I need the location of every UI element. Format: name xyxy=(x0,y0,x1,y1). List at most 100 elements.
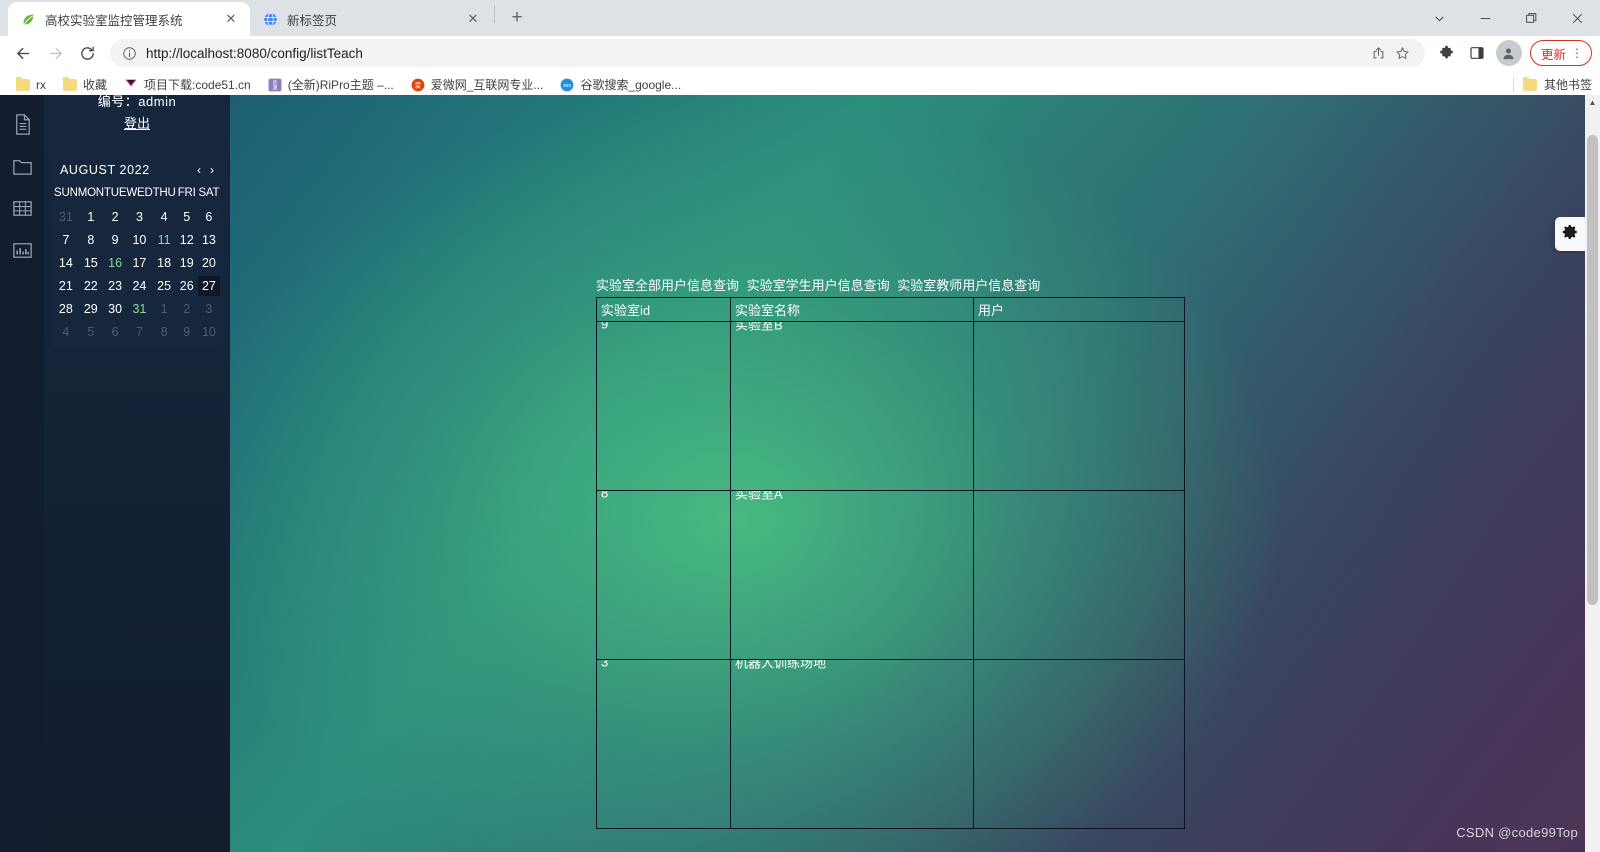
bar-chart-icon[interactable] xyxy=(0,229,44,271)
other-bookmarks-button[interactable]: 其他书签 xyxy=(1512,76,1592,93)
scrollbar-thumb[interactable] xyxy=(1587,135,1598,605)
calendar-day[interactable]: 22 xyxy=(78,276,104,296)
calendar-day[interactable]: 13 xyxy=(198,230,220,250)
reload-icon[interactable] xyxy=(72,38,102,68)
lab-id-value: 8 xyxy=(601,490,609,501)
calendar-day[interactable]: 18 xyxy=(153,253,176,273)
minimize-icon[interactable] xyxy=(1462,0,1508,36)
other-bookmarks-label: 其他书签 xyxy=(1543,78,1592,92)
calendar-day[interactable]: 12 xyxy=(176,230,198,250)
info-circle-icon[interactable] xyxy=(120,44,138,62)
calendar-day[interactable]: 30 xyxy=(104,299,126,319)
address-bar[interactable]: http://localhost:8080/config/listTeach xyxy=(110,39,1425,67)
calendar-day[interactable]: 16 xyxy=(104,253,126,273)
lab-name-value: 机器人训练场地 xyxy=(735,659,827,671)
star-icon[interactable] xyxy=(1393,43,1413,63)
browser-tab-newtab[interactable]: 新标签页 ✕ xyxy=(250,2,492,36)
bookmark-item[interactable]: 项目下载:code51.cn xyxy=(116,73,258,96)
calendar-day[interactable]: 9 xyxy=(104,230,126,250)
vertical-scrollbar[interactable]: ▲ xyxy=(1585,95,1600,852)
table-head: 实验室id 实验室名称 用户 xyxy=(596,297,1185,322)
calendar-day[interactable]: 10 xyxy=(198,322,220,342)
calendar-day[interactable]: 1 xyxy=(78,207,104,227)
close-icon[interactable]: ✕ xyxy=(464,10,482,28)
avatar[interactable] xyxy=(1495,40,1522,66)
calendar-day[interactable]: 19 xyxy=(176,253,198,273)
calendar-day[interactable]: 7 xyxy=(126,322,152,342)
calendar-day[interactable]: 8 xyxy=(153,322,176,342)
close-window-icon[interactable] xyxy=(1554,0,1600,36)
calendar-day[interactable]: 24 xyxy=(126,276,152,296)
side-panel-icon[interactable] xyxy=(1463,39,1491,67)
browser-tab-active[interactable]: 高校实验室监控管理系统 ✕ xyxy=(8,2,250,36)
new-tab-button[interactable]: + xyxy=(503,4,531,32)
bookmark-item[interactable]: 收藏 xyxy=(55,73,114,96)
tab-search-icon[interactable] xyxy=(1416,0,1462,36)
calendar-next-icon[interactable]: › xyxy=(210,163,214,177)
scroll-up-arrow[interactable]: ▲ xyxy=(1585,95,1600,110)
calendar-day[interactable]: 6 xyxy=(198,207,220,227)
table-row: 8 实验室A 教师（管理） xyxy=(596,490,1185,660)
calendar-day[interactable]: 3 xyxy=(198,299,220,319)
bookmark-item[interactable]: rx xyxy=(8,74,53,96)
calendar-day[interactable]: 5 xyxy=(176,207,198,227)
bookmark-item[interactable]: 爱 爱微网_互联网专业... xyxy=(403,73,551,96)
chrome-menu-icon[interactable]: ⋮ xyxy=(1571,47,1583,59)
calendar-day-today[interactable]: 27 xyxy=(197,276,220,296)
table-row: 3 机器人训练场地 教师2 教师1 教师（管理） xyxy=(596,659,1185,829)
settings-tab-button[interactable] xyxy=(1555,217,1585,251)
calendar-day[interactable]: 31 xyxy=(54,207,78,227)
calendar-day[interactable]: 21 xyxy=(54,276,78,296)
calendar-day[interactable]: 4 xyxy=(54,322,78,342)
folder-icon xyxy=(15,76,31,93)
calendar-day[interactable]: 29 xyxy=(78,299,104,319)
calendar-day[interactable]: 4 xyxy=(153,207,176,227)
bookmark-item[interactable]: 360 谷歌搜索_google... xyxy=(552,73,688,96)
close-icon[interactable]: ✕ xyxy=(222,10,240,28)
table-icon[interactable] xyxy=(0,187,44,229)
maximize-icon[interactable] xyxy=(1508,0,1554,36)
back-icon[interactable] xyxy=(8,38,38,68)
calendar-day[interactable]: 2 xyxy=(104,207,126,227)
calendar-day[interactable]: 28 xyxy=(54,299,78,319)
calendar-prev-icon[interactable]: ‹ xyxy=(197,163,201,177)
calendar-day[interactable]: 26 xyxy=(176,276,198,296)
folder-icon[interactable] xyxy=(0,145,44,187)
puzzle-icon[interactable] xyxy=(1433,39,1461,67)
update-button[interactable]: 更新 ⋮ xyxy=(1529,40,1592,66)
forward-icon[interactable] xyxy=(40,38,70,68)
calendar-day[interactable]: 9 xyxy=(176,322,198,342)
bookmark-item[interactable]: 资 源 (全新)RiPro主题 –... xyxy=(260,73,401,96)
account-id: 编号：admin xyxy=(97,95,177,109)
calendar-day[interactable]: 1 xyxy=(153,299,176,319)
calendar-day[interactable]: 31 xyxy=(126,299,152,319)
main-content: 实验室全部用户信息查询 实验室学生用户信息查询 实验室教师用户信息查询 实验室i… xyxy=(596,275,1185,829)
link-all-users[interactable]: 实验室全部用户信息查询 xyxy=(596,278,739,293)
calendar-day[interactable]: 2 xyxy=(176,299,198,319)
calendar-day[interactable]: 25 xyxy=(153,276,176,296)
calendar-day[interactable]: 7 xyxy=(54,230,78,250)
calendar-day[interactable]: 20 xyxy=(198,253,220,273)
calendar-day[interactable]: 10 xyxy=(126,230,152,250)
link-student-users[interactable]: 实验室学生用户信息查询 xyxy=(747,278,890,293)
document-icon[interactable] xyxy=(0,103,44,145)
calendar-day[interactable]: 11 xyxy=(153,230,176,250)
calendar-day[interactable]: 14 xyxy=(54,253,78,273)
cell-users: 教师2 教师1 教师（管理） xyxy=(973,659,1185,829)
link-teacher-users[interactable]: 实验室教师用户信息查询 xyxy=(897,278,1040,293)
calendar-day[interactable]: 3 xyxy=(126,207,152,227)
ziyuan-icon: 资 源 xyxy=(267,77,283,93)
url-text[interactable]: http://localhost:8080/config/listTeach xyxy=(146,46,1361,61)
share-icon[interactable] xyxy=(1369,43,1389,63)
calendar-day[interactable]: 6 xyxy=(104,322,126,342)
calendar-day[interactable]: 17 xyxy=(126,253,152,273)
calendar-day[interactable]: 23 xyxy=(104,276,126,296)
cell-lab-name: 实验室A xyxy=(730,490,974,660)
calendar-day[interactable]: 5 xyxy=(78,322,104,342)
calendar-day[interactable]: 8 xyxy=(78,230,104,250)
aiwei-icon: 爱 xyxy=(410,77,426,93)
calendar-header: AUGUST 2022 ‹ › xyxy=(54,157,220,185)
logout-link[interactable]: 登出 xyxy=(52,113,222,132)
calendar-weekday: THU xyxy=(152,187,176,199)
calendar-day[interactable]: 15 xyxy=(78,253,104,273)
